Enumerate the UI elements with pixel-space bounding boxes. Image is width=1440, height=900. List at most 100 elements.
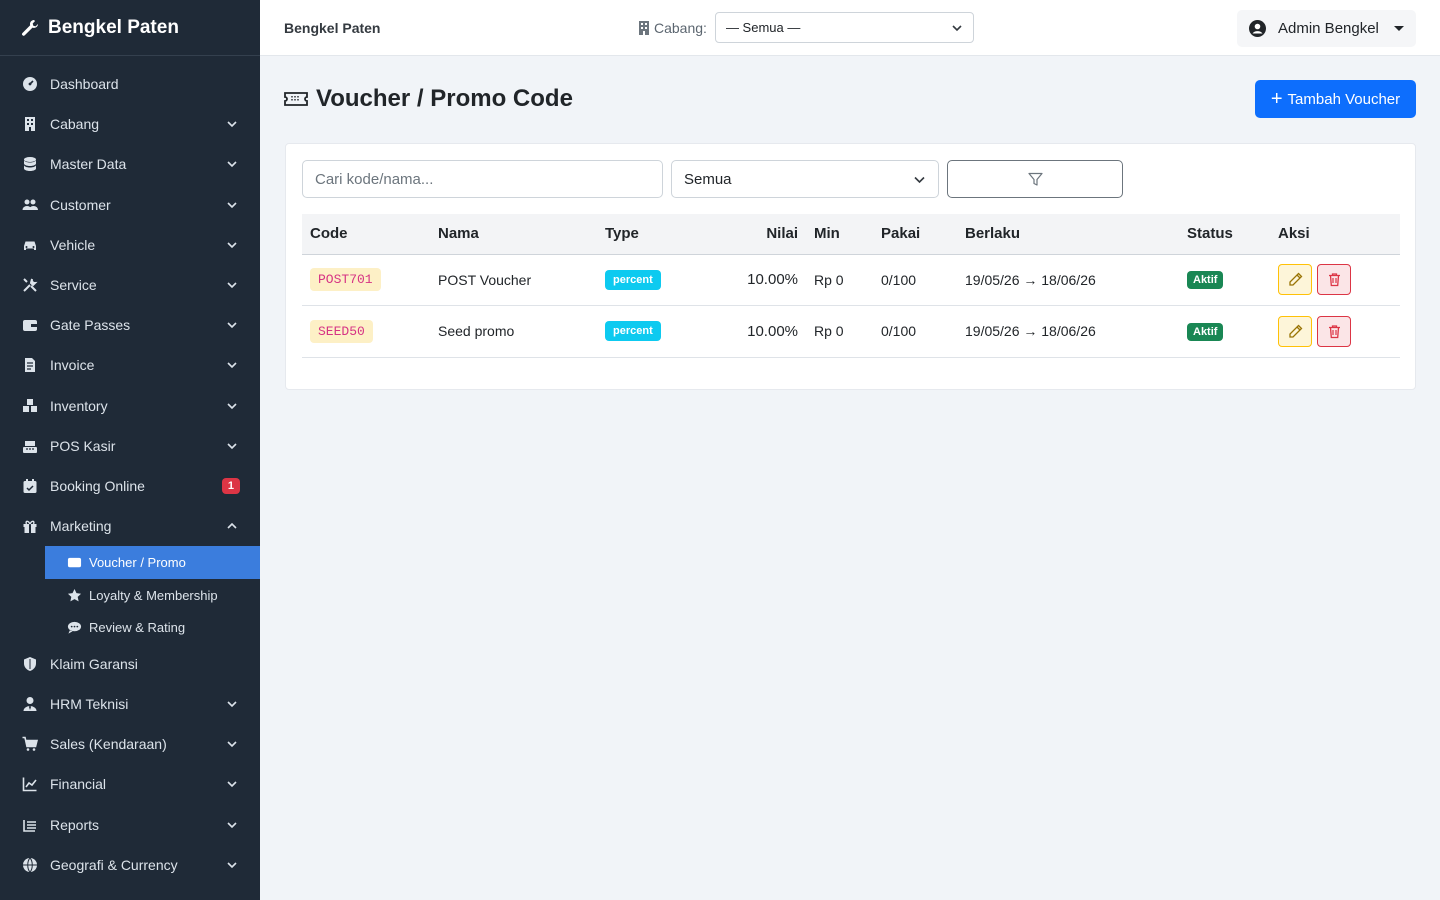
col-status: Status (1179, 214, 1270, 255)
sidebar-item-dashboard[interactable]: Dashboard (0, 64, 260, 104)
chevron-down-icon (227, 443, 237, 449)
funnel-icon (1027, 172, 1043, 186)
trash-icon (1328, 273, 1340, 287)
chevron-down-icon (227, 822, 237, 828)
cell-nilai: 10.00% (702, 305, 806, 358)
cell-pakai: 0/100 (873, 305, 957, 358)
delete-button[interactable] (1317, 264, 1351, 296)
cell-code: SEED50 (302, 305, 430, 358)
brand-name: Bengkel Paten (48, 16, 179, 38)
sidebar-item-inventory[interactable]: Inventory (0, 386, 260, 426)
chevron-down-icon (227, 741, 237, 748)
sidebar-item-label: POS Kasir (50, 437, 116, 454)
status-select-value: Semua (684, 170, 732, 188)
voucher-code: SEED50 (310, 319, 373, 343)
sidebar-subitem-voucher-promo[interactable]: Voucher / Promo (45, 546, 260, 579)
cell-status: Aktif (1179, 254, 1270, 306)
sidebar-item-reports[interactable]: Reports (0, 805, 260, 845)
topbar-brand[interactable]: Bengkel Paten (284, 20, 380, 36)
edit-button[interactable] (1278, 264, 1312, 296)
cell-aksi (1270, 305, 1400, 358)
chevron-down-icon (227, 161, 237, 168)
sidebar-item-label: Service (50, 277, 97, 294)
gauge-icon (23, 77, 37, 92)
chevron-up-icon (227, 523, 237, 529)
tools-icon (23, 278, 38, 292)
chevron-down-icon (227, 362, 237, 369)
sidebar-item-service[interactable]: Service (0, 265, 260, 305)
sidebar-item-label: Booking Online (50, 477, 145, 494)
sidebar-item-master-data[interactable]: Master Data (0, 144, 260, 184)
chevron-down-icon (227, 701, 237, 708)
cabang-selector: Cabang: — Semua — (638, 12, 974, 43)
user-name: Admin Bengkel (1278, 20, 1379, 37)
sidebar-item-gate-passes[interactable]: Gate Passes (0, 305, 260, 345)
type-badge: percent (605, 269, 661, 290)
delete-button[interactable] (1317, 315, 1351, 347)
sidebar-item-booking-online[interactable]: Booking Online 1 (0, 466, 260, 506)
boxes-icon (23, 398, 37, 412)
user-circle-icon (1249, 20, 1266, 37)
chevron-down-icon (227, 322, 237, 329)
gift-icon (23, 520, 37, 534)
sidebar-item-financial[interactable]: Financial (0, 764, 260, 804)
building-icon (639, 20, 649, 35)
status-badge: Aktif (1187, 322, 1224, 341)
chevron-down-icon (227, 781, 237, 788)
cell-aksi (1270, 254, 1400, 306)
sidebar-brand[interactable]: Bengkel Paten (0, 0, 260, 56)
star-icon (67, 588, 82, 601)
calendar-check-icon (23, 478, 37, 493)
sidebar-item-label: Master Data (50, 156, 127, 173)
sidebar-subitem-review-rating[interactable]: Review & Rating (45, 611, 260, 644)
cabang-select[interactable]: — Semua — (714, 12, 974, 43)
type-badge: percent (605, 321, 661, 342)
chevron-down-icon (952, 24, 962, 31)
col-pakai: Pakai (873, 214, 957, 255)
chevron-down-icon (227, 202, 237, 208)
sidebar-subitem-label: Loyalty & Membership (89, 587, 218, 603)
sidebar-item-geografi-currency[interactable]: Geografi & Currency (0, 845, 260, 885)
add-voucher-button[interactable]: + Tambah Voucher (1255, 80, 1416, 118)
col-berlaku: Berlaku (957, 214, 1179, 255)
cell-status: Aktif (1179, 305, 1270, 358)
caret-down-icon (1394, 26, 1404, 31)
sidebar-item-marketing[interactable]: Marketing (0, 506, 260, 546)
database-icon (24, 157, 36, 172)
sidebar-item-sales-kendaraan[interactable]: Sales (Kendaraan) (0, 724, 260, 764)
sidebar-item-customer[interactable]: Customer (0, 185, 260, 225)
sidebar-nav: Dashboard Cabang Master Data Customer Vehicl… (0, 56, 260, 885)
ticket-icon (284, 92, 308, 106)
row-actions (1278, 264, 1392, 296)
page-title-text: Voucher / Promo Code (316, 85, 573, 112)
col-type: Type (597, 214, 702, 255)
col-code: Code (302, 214, 430, 255)
list-icon (23, 819, 36, 832)
sidebar-subitem-label: Voucher / Promo (89, 555, 186, 570)
shield-icon (24, 656, 36, 671)
user-tie-icon (23, 697, 37, 712)
comment-icon (67, 621, 82, 634)
sidebar-item-vehicle[interactable]: Vehicle (0, 225, 260, 265)
cell-nama: Seed promo (430, 305, 597, 358)
search-input[interactable] (302, 160, 663, 198)
chevron-down-icon (227, 121, 237, 128)
cabang-label: Cabang: (654, 19, 707, 36)
sidebar-item-cabang[interactable]: Cabang (0, 104, 260, 144)
sidebar-item-pos-kasir[interactable]: POS Kasir (0, 426, 260, 466)
user-menu-button[interactable]: Admin Bengkel (1237, 10, 1416, 47)
cell-nama: POST Voucher (430, 254, 597, 306)
sidebar-item-klaim-garansi[interactable]: Klaim Garansi (0, 644, 260, 684)
col-min: Min (806, 214, 873, 255)
table-body: POST701 POST Voucher percent 10.00% Rp 0… (302, 254, 1400, 358)
edit-button[interactable] (1278, 315, 1312, 347)
chevron-down-icon (914, 176, 925, 183)
status-select[interactable]: Semua (671, 160, 939, 198)
sidebar-item-label: Invoice (50, 357, 95, 374)
sidebar-subitem-loyalty-membership[interactable]: Loyalty & Membership (45, 579, 260, 612)
chevron-down-icon (227, 242, 237, 248)
sidebar-item-invoice[interactable]: Invoice (0, 345, 260, 385)
topbar: Bengkel Paten Cabang: — Semua — Admin Be… (260, 0, 1440, 56)
sidebar-item-hrm-teknisi[interactable]: HRM Teknisi (0, 684, 260, 724)
filter-button[interactable] (947, 160, 1123, 198)
